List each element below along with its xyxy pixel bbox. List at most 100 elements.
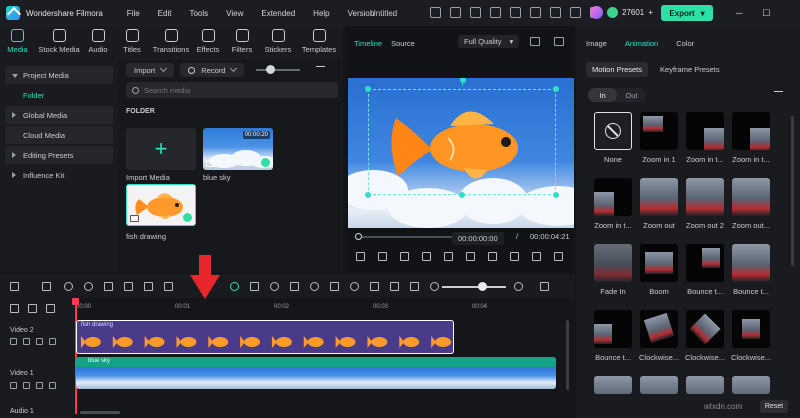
sidebar-item-editing-presets[interactable]: Editing Presets <box>5 146 113 164</box>
timeline-ruler[interactable]: 00:00 00:01 00:02 00:03 00:04 <box>74 298 575 314</box>
preset-clockwise-2[interactable] <box>686 310 724 348</box>
text-icon[interactable] <box>164 282 173 291</box>
reset-button[interactable]: Reset <box>760 400 788 413</box>
timeline-clip-blue-sky[interactable]: blue sky <box>76 357 556 389</box>
magnet-icon[interactable] <box>46 304 55 313</box>
preset-more-3[interactable] <box>686 376 724 394</box>
selection-box[interactable] <box>365 86 559 198</box>
gift-icon[interactable] <box>430 7 441 18</box>
tab-filters[interactable]: Filters <box>225 26 259 60</box>
eye-icon[interactable] <box>49 382 56 389</box>
sidebar-item-project-media[interactable]: Project Media <box>5 66 113 84</box>
microphone-icon[interactable] <box>350 282 359 291</box>
audio-icon[interactable] <box>36 382 43 389</box>
quality-dropdown[interactable]: Full Quality ▾ <box>458 35 520 48</box>
dashboard-icon[interactable] <box>510 7 521 18</box>
color-match-icon[interactable] <box>310 282 319 291</box>
folder-icon[interactable] <box>23 338 30 345</box>
preset-boom[interactable] <box>640 244 678 282</box>
preset-zoom-in-2[interactable] <box>686 112 724 150</box>
tab-stock-media[interactable]: Stock Media <box>35 26 83 60</box>
fullscreen-icon[interactable] <box>554 252 563 261</box>
sidebar-item-global-media[interactable]: Global Media <box>5 106 113 124</box>
eye-icon[interactable] <box>49 338 56 345</box>
ai-tool-icon[interactable] <box>230 282 239 291</box>
volume-icon[interactable] <box>532 252 541 261</box>
menu-edit[interactable]: Edit <box>158 9 172 18</box>
playhead[interactable] <box>72 298 78 414</box>
media-clip-blue-sky[interactable]: 00:00:20 <box>203 128 273 170</box>
slider-knob[interactable] <box>478 282 487 291</box>
tab-image[interactable]: Image <box>586 39 607 48</box>
preview-scrubber[interactable] <box>355 233 456 240</box>
resize-handle[interactable] <box>365 86 371 92</box>
preset-zoom-in-1[interactable] <box>640 112 678 150</box>
snapshot-icon[interactable] <box>390 282 399 291</box>
resize-handle[interactable] <box>553 192 559 198</box>
preset-bounce-2[interactable] <box>732 244 770 282</box>
preset-bounce-1[interactable] <box>686 244 724 282</box>
add-credit-icon[interactable]: + <box>648 8 653 17</box>
filter-icon[interactable] <box>774 91 783 100</box>
preset-zoom-out-3[interactable] <box>732 178 770 216</box>
timeline-horizontal-scrollbar[interactable] <box>80 411 120 414</box>
import-media-card[interactable]: + <box>126 128 196 170</box>
zoom-out-icon[interactable] <box>430 282 439 291</box>
preset-more-1[interactable] <box>594 376 632 394</box>
preset-fade-in[interactable] <box>594 244 632 282</box>
export-button[interactable]: Export ▾ <box>661 5 713 21</box>
sidebar-item-influence-kit[interactable]: Influence Kit <box>5 166 113 184</box>
menu-extended[interactable]: Extended <box>261 9 295 18</box>
undo-icon[interactable] <box>64 282 73 291</box>
tab-animation[interactable]: Animation <box>625 39 658 48</box>
timeline-zoom-slider[interactable] <box>442 282 506 291</box>
grid-view-icon[interactable] <box>540 282 549 291</box>
add-track-icon[interactable] <box>10 304 19 313</box>
media-clip-fish-drawing[interactable] <box>126 184 196 226</box>
user-avatar[interactable] <box>590 6 603 19</box>
rotate-handle[interactable] <box>460 78 466 83</box>
presets-scrollbar[interactable] <box>791 116 794 266</box>
slider-knob[interactable] <box>266 65 276 74</box>
thumbnail-size-slider[interactable] <box>256 65 301 74</box>
tab-media[interactable]: Media <box>0 26 35 60</box>
preset-zoom-out[interactable] <box>640 178 678 216</box>
record-dropdown[interactable]: Record <box>180 63 245 77</box>
select-tool-icon[interactable] <box>42 282 51 291</box>
camera-snapshot-icon[interactable] <box>510 252 519 261</box>
maximize-icon[interactable]: ☐ <box>762 8 770 19</box>
compare-view-icon[interactable] <box>530 37 540 46</box>
cut-icon[interactable] <box>124 282 133 291</box>
preset-clockwise-1[interactable] <box>640 310 678 348</box>
layout-grid-icon[interactable] <box>10 282 19 291</box>
lightbulb-icon[interactable] <box>450 7 461 18</box>
credits-indicator[interactable]: 27601 + <box>590 6 653 19</box>
sidebar-item-cloud-media[interactable]: Cloud Media <box>5 126 113 144</box>
mark-out-icon[interactable] <box>466 252 475 261</box>
tab-stickers[interactable]: Stickers <box>259 26 297 60</box>
preset-bounce-3[interactable] <box>594 310 632 348</box>
tab-titles[interactable]: Titles <box>113 26 151 60</box>
toggle-out[interactable]: Out <box>617 88 646 102</box>
download-icon[interactable] <box>550 7 561 18</box>
filter-icon[interactable] <box>316 65 326 75</box>
scrubber-knob[interactable] <box>355 233 362 240</box>
cloud-upload-icon[interactable] <box>490 7 501 18</box>
lock-icon[interactable] <box>10 338 17 345</box>
menu-tools[interactable]: Tools <box>189 9 208 18</box>
notification-bell-icon[interactable] <box>530 7 541 18</box>
timeline-vertical-scrollbar[interactable] <box>566 320 569 390</box>
layout-icon[interactable] <box>410 282 419 291</box>
preset-more-2[interactable] <box>640 376 678 394</box>
resize-handle[interactable] <box>553 86 559 92</box>
tab-transitions[interactable]: Transitions <box>151 26 191 60</box>
sidebar-item-folder[interactable]: Folder <box>5 86 113 104</box>
delete-icon[interactable] <box>104 282 113 291</box>
split-icon[interactable] <box>250 282 259 291</box>
timeline-clip-fish-drawing[interactable]: fish drawing <box>76 320 454 354</box>
display-settings-icon[interactable] <box>488 252 497 261</box>
headset-icon[interactable] <box>470 7 481 18</box>
preset-more-4[interactable] <box>732 376 770 394</box>
preset-zoom-in-4[interactable] <box>594 178 632 216</box>
tab-templates[interactable]: Templates <box>297 26 341 60</box>
